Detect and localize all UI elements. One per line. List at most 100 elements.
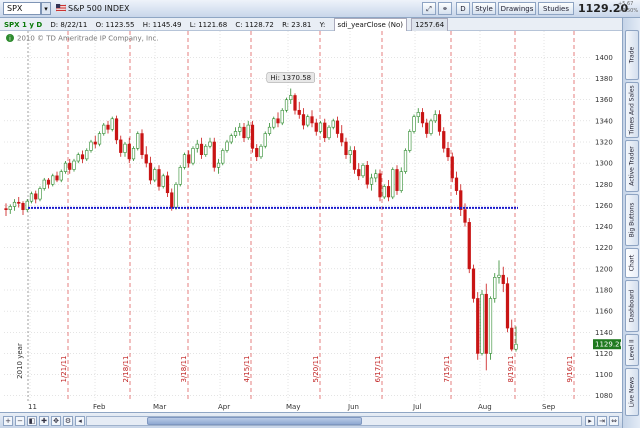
candle-body bbox=[314, 122, 318, 132]
candle-body bbox=[63, 162, 68, 172]
candle-body bbox=[89, 141, 93, 151]
period-d-button[interactable]: D bbox=[456, 2, 470, 15]
candle-body bbox=[463, 209, 467, 223]
style-label: Style bbox=[475, 5, 493, 13]
expand-space-icon[interactable]: ⇔ bbox=[609, 416, 619, 426]
candle-body bbox=[369, 177, 374, 185]
candle-body bbox=[276, 118, 280, 124]
candle-body bbox=[391, 169, 395, 198]
symbol-dropdown-button[interactable]: ▾ bbox=[41, 2, 51, 15]
candle-body bbox=[102, 124, 106, 134]
candle-body bbox=[293, 95, 297, 111]
candle-body bbox=[221, 150, 225, 164]
candle-body bbox=[76, 154, 80, 162]
candle-body bbox=[488, 298, 493, 354]
candle-body bbox=[344, 141, 348, 155]
zoom-out-icon[interactable]: − bbox=[15, 416, 25, 426]
sidebar-tab-dashboard[interactable]: Dashboard bbox=[625, 280, 639, 332]
candle-body bbox=[446, 148, 450, 158]
candle-body bbox=[110, 118, 114, 130]
current-price-label: 1129.20 bbox=[595, 341, 622, 349]
chart-info-bar: SPX 1 y D D: 8/22/11 O: 1123.55 H: 1145.… bbox=[0, 18, 622, 32]
candle-body bbox=[157, 169, 161, 187]
candle-body bbox=[425, 122, 429, 134]
candle-body bbox=[429, 120, 433, 134]
candle-body bbox=[195, 143, 199, 149]
candle-body bbox=[199, 143, 204, 155]
scroll-end-icon[interactable]: ⇥ bbox=[597, 416, 607, 426]
sidebar-tab-big-buttons[interactable]: Big Buttons bbox=[625, 194, 639, 246]
y-tick-label: 1360 bbox=[595, 96, 613, 104]
candle-body bbox=[242, 126, 246, 139]
candle-body bbox=[297, 109, 301, 115]
candle-body bbox=[174, 183, 178, 208]
fit-icon[interactable]: ◧ bbox=[27, 416, 37, 426]
candle-body bbox=[127, 143, 131, 160]
candle-body bbox=[335, 120, 340, 134]
y-tick-label: 1300 bbox=[595, 160, 613, 168]
drawings-button[interactable]: Drawings bbox=[498, 2, 536, 15]
candle-body bbox=[454, 177, 459, 191]
candle-body bbox=[148, 162, 153, 181]
candle-body bbox=[450, 156, 454, 179]
pan-icon[interactable]: ✥ bbox=[51, 416, 61, 426]
zoom-in-icon[interactable]: + bbox=[3, 416, 13, 426]
candle-body bbox=[85, 150, 89, 160]
candle-body bbox=[416, 112, 420, 117]
study-name[interactable]: sdi_yearClose (No) bbox=[333, 18, 407, 32]
sidebar-tab-active-trader[interactable]: Active Trader bbox=[625, 140, 639, 192]
event-date-label: 7/15/11 bbox=[443, 356, 451, 383]
horizontal-scrollbar[interactable] bbox=[86, 416, 582, 426]
sidebar-tab-chart[interactable]: Chart bbox=[625, 248, 639, 278]
candle-body bbox=[131, 148, 136, 160]
candle-body bbox=[497, 274, 501, 278]
candle-body bbox=[136, 133, 140, 149]
candle-body bbox=[284, 99, 289, 111]
scrollbar-thumb[interactable] bbox=[147, 417, 362, 425]
candle-body bbox=[259, 145, 263, 158]
candle-body bbox=[348, 150, 352, 155]
scroll-left-icon[interactable]: ◂ bbox=[75, 416, 85, 426]
sidebar-tab-live-news[interactable]: Live News bbox=[625, 368, 639, 416]
candle-body bbox=[72, 160, 76, 170]
scroll-right-icon[interactable]: ▸ bbox=[585, 416, 595, 426]
candle-body bbox=[484, 293, 488, 354]
candle-body bbox=[331, 120, 335, 128]
candle-body bbox=[378, 173, 382, 198]
settings-icon[interactable]: ⚙ bbox=[63, 416, 73, 426]
y-tick-label: 1400 bbox=[595, 54, 613, 62]
y-tick-label: 1240 bbox=[595, 223, 613, 231]
link-icon[interactable]: ⚭ bbox=[438, 2, 452, 15]
candle-body bbox=[225, 141, 229, 151]
candle-body bbox=[80, 154, 85, 160]
studies-button[interactable]: Studies bbox=[538, 2, 574, 15]
candle-body bbox=[178, 167, 182, 185]
candle-body bbox=[395, 169, 399, 191]
candle-body bbox=[365, 164, 369, 185]
candle-body bbox=[8, 206, 12, 210]
candle-body bbox=[21, 203, 25, 210]
symbol-input[interactable]: SPX bbox=[3, 2, 41, 15]
sidebar-tab-times-and-sales[interactable]: Times And Sales bbox=[625, 82, 639, 138]
crosshair-icon[interactable]: ✚ bbox=[39, 416, 49, 426]
candle-body bbox=[12, 201, 17, 207]
candle-body bbox=[144, 154, 148, 164]
price-chart[interactable]: 1080 1100 1120 1140 1160 1180 1200 1220 1240 1260… bbox=[0, 31, 622, 412]
chart-svg[interactable]: 1080 1100 1120 1140 1160 1180 1200 1220 1240 1260… bbox=[0, 31, 622, 412]
event-date-label: 8/19/11 bbox=[507, 356, 515, 383]
info-open: O: 1123.55 bbox=[95, 21, 135, 29]
candle-body bbox=[140, 133, 144, 155]
candle-body bbox=[437, 114, 442, 132]
expand-icon[interactable]: ⤢ bbox=[422, 2, 436, 15]
candle-body bbox=[246, 124, 250, 139]
sidebar-tab-trade[interactable]: Trade bbox=[625, 30, 639, 80]
candle-body bbox=[161, 175, 165, 187]
event-date-label: 9/16/11 bbox=[566, 356, 574, 383]
candle-body bbox=[323, 122, 327, 139]
sidebar-tab-level-ii[interactable]: Level II bbox=[625, 334, 639, 366]
y-tick-label: 1280 bbox=[595, 181, 613, 189]
candle-body bbox=[51, 175, 55, 185]
style-button[interactable]: Style bbox=[472, 2, 496, 15]
candle-body bbox=[403, 150, 408, 172]
candle-body bbox=[480, 293, 484, 354]
